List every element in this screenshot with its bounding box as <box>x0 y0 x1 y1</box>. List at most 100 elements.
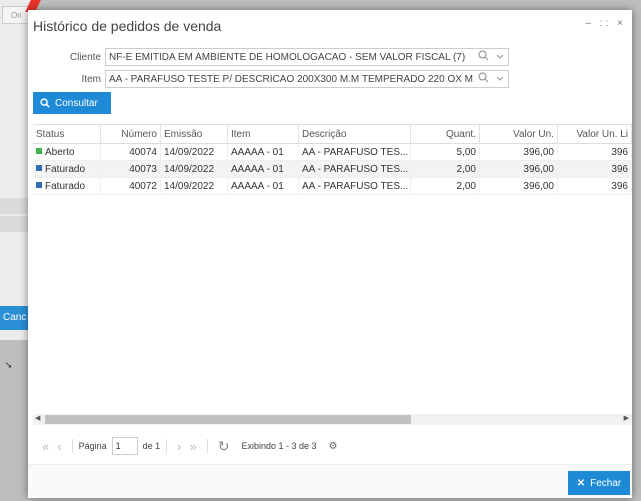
column-header-status[interactable]: Status <box>33 125 101 143</box>
cell-quant-text: 2,00 <box>456 181 476 192</box>
first-page-icon[interactable]: « <box>42 439 49 454</box>
fechar-button[interactable]: ✕ Fechar <box>568 471 630 495</box>
cell-valor-un-text: 396,00 <box>523 181 554 192</box>
last-page-icon[interactable]: » <box>189 439 196 454</box>
cell-valor-un: 396,00 <box>480 144 558 160</box>
cell-valor-un-text: 396,00 <box>523 164 554 175</box>
column-header-item[interactable]: Item <box>228 125 299 143</box>
cell-valor-un: 396,00 <box>480 161 558 177</box>
consultar-button[interactable]: Consultar <box>33 92 111 114</box>
cell-emissao: 14/09/2022 <box>161 161 228 177</box>
cell-item: AAAAA - 01 <box>228 161 299 177</box>
modal-header: Histórico de pedidos de venda – :: × <box>28 10 632 38</box>
item-value: AA - PARAFUSO TESTE P/ DESCRICAO 200X300… <box>109 73 474 85</box>
fechar-label: Fechar <box>590 477 622 489</box>
previous-page-icon[interactable]: ‹ <box>57 439 61 454</box>
cell-item-text: AAAAA - 01 <box>231 181 284 192</box>
cell-quant-text: 5,00 <box>456 147 476 158</box>
cell-status: Faturado <box>33 178 101 194</box>
column-header-numero[interactable]: Número <box>101 125 161 143</box>
cell-valor-un-li-text: 396 <box>611 181 628 192</box>
page-label: Página <box>78 441 107 451</box>
item-row: Item AA - PARAFUSO TESTE P/ DESCRICAO 20… <box>28 70 509 88</box>
column-header-descricao[interactable]: Descrição <box>299 125 411 143</box>
table-row[interactable]: Faturado 40072 14/09/2022 AAAAA - 01 AA - PA… <box>33 178 632 195</box>
cell-descricao: AA - PARAFUSO TES... <box>299 161 411 177</box>
page-number-input[interactable] <box>111 437 138 455</box>
cell-numero: 40073 <box>101 161 161 177</box>
scroll-left-icon[interactable]: ◀ <box>35 414 40 422</box>
cell-valor-un: 396,00 <box>480 178 558 194</box>
scroll-right-icon[interactable]: ▶ <box>624 414 629 422</box>
cell-valor-un-li: 396 <box>558 178 632 194</box>
cell-status-text: Faturado <box>45 164 86 175</box>
search-icon[interactable] <box>478 72 489 86</box>
consultar-label: Consultar <box>55 97 98 109</box>
cell-status-text: Faturado <box>45 181 86 192</box>
pagination-bar: « ‹ Página de 1 › » ↻ Exibindo 1 - 3 de … <box>38 436 337 456</box>
cell-descricao: AA - PARAFUSO TES... <box>299 178 411 194</box>
settings-gear-icon[interactable]: ⚙ <box>329 441 338 452</box>
chevron-down-icon[interactable] <box>496 51 504 63</box>
table-row[interactable]: Faturado 40073 14/09/2022 AAAAA - 01 AA - PA… <box>33 161 632 178</box>
cell-valor-un-li-text: 396 <box>611 147 628 158</box>
status-indicator-icon <box>36 165 42 171</box>
cell-descricao-text: AA - PARAFUSO TES... <box>302 147 409 158</box>
cell-emissao-text: 14/09/2022 <box>164 164 215 175</box>
cell-quant: 2,00 <box>411 161 480 177</box>
cell-numero-text: 40074 <box>129 147 157 158</box>
column-header-quant[interactable]: Quant. <box>411 125 480 143</box>
scrollbar-thumb[interactable] <box>45 415 411 424</box>
cell-quant: 2,00 <box>411 178 480 194</box>
grid-header: Status Número Emissão Item Descrição Qua… <box>33 125 632 144</box>
cliente-value: NF-E EMITIDA EM AMBIENTE DE HOMOLOGACAO … <box>109 51 466 63</box>
cell-item: AAAAA - 01 <box>228 144 299 160</box>
column-header-emissao[interactable]: Emissão <box>161 125 228 143</box>
page-count-label: de 1 <box>142 441 161 451</box>
column-header-valor-un[interactable]: Valor Un. <box>480 125 558 143</box>
search-icon <box>40 98 50 108</box>
modal-title: Histórico de pedidos de venda <box>33 18 222 34</box>
cell-status-text: Aberto <box>45 147 75 158</box>
cell-quant-text: 2,00 <box>456 164 476 175</box>
cell-item: AAAAA - 01 <box>228 178 299 194</box>
search-icon[interactable] <box>478 50 489 64</box>
column-header-valor-un-li[interactable]: Valor Un. Li <box>558 125 632 143</box>
cell-numero-text: 40072 <box>129 181 157 192</box>
horizontal-scrollbar[interactable]: ◀ ▶ <box>33 414 632 425</box>
cell-valor-un-li: 396 <box>558 144 632 160</box>
cell-emissao-text: 14/09/2022 <box>164 181 215 192</box>
cliente-field[interactable]: NF-E EMITIDA EM AMBIENTE DE HOMOLOGACAO … <box>105 48 509 66</box>
cell-numero-text: 40073 <box>129 164 157 175</box>
cell-status: Faturado <box>33 161 101 177</box>
cell-item-text: AAAAA - 01 <box>231 164 284 175</box>
cell-numero: 40072 <box>101 178 161 194</box>
item-label: Item <box>81 73 101 85</box>
cell-item-text: AAAAA - 01 <box>231 147 284 158</box>
cell-emissao: 14/09/2022 <box>161 144 228 160</box>
refresh-icon[interactable]: ↻ <box>218 438 230 455</box>
next-page-icon[interactable]: › <box>177 439 181 454</box>
cell-numero: 40074 <box>101 144 161 160</box>
cell-quant: 5,00 <box>411 144 480 160</box>
cell-status: Aberto <box>33 144 101 160</box>
cell-valor-un-text: 396,00 <box>523 147 554 158</box>
window-controls[interactable]: – :: × <box>585 18 626 29</box>
cell-valor-un-li: 396 <box>558 161 632 177</box>
pager-summary: Exibindo 1 - 3 de 3 <box>241 441 317 451</box>
cell-emissao-text: 14/09/2022 <box>164 147 215 158</box>
cliente-label: Cliente <box>69 51 101 63</box>
cliente-row: Cliente NF-E EMITIDA EM AMBIENTE DE HOMO… <box>28 48 509 66</box>
chevron-down-icon[interactable] <box>496 73 504 85</box>
orders-grid: Status Número Emissão Item Descrição Qua… <box>33 124 632 424</box>
order-history-modal: Histórico de pedidos de venda – :: × Cli… <box>28 10 632 498</box>
item-field[interactable]: AA - PARAFUSO TESTE P/ DESCRICAO 200X300… <box>105 70 509 88</box>
cell-descricao-text: AA - PARAFUSO TES... <box>302 164 409 175</box>
table-row[interactable]: Aberto 40074 14/09/2022 AAAAA - 01 AA - PARA… <box>33 144 632 161</box>
status-indicator-icon <box>36 148 42 154</box>
modal-footer: ✕ Fechar <box>28 464 632 498</box>
status-indicator-icon <box>36 182 42 188</box>
close-icon: ✕ <box>576 477 586 489</box>
cell-descricao: AA - PARAFUSO TES... <box>299 144 411 160</box>
cell-emissao: 14/09/2022 <box>161 178 228 194</box>
